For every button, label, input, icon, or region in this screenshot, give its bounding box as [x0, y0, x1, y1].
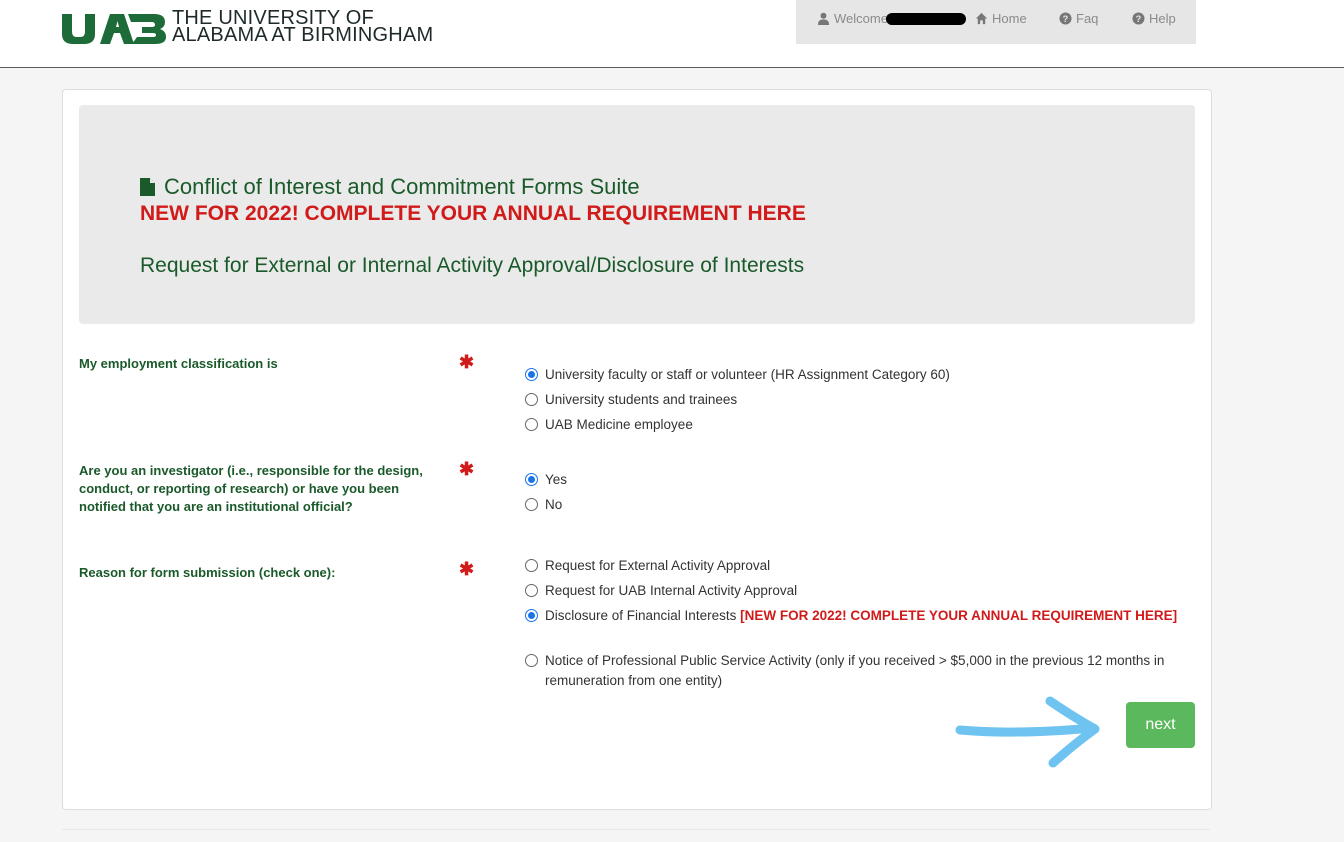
- employment-option-students[interactable]: University students and trainees: [525, 390, 1195, 410]
- required-marker: ✱: [459, 559, 475, 579]
- user-icon: [817, 12, 830, 25]
- faq-label: Faq: [1076, 11, 1099, 26]
- home-link[interactable]: Home: [975, 11, 1027, 26]
- option-label: University students and trainees: [545, 392, 738, 407]
- forms-suite-title-text: Conflict of Interest and Commitment Form…: [164, 174, 640, 199]
- home-label: Home: [992, 11, 1027, 26]
- redacted-username: [885, 12, 966, 25]
- reason-option-external[interactable]: Request for External Activity Approval: [525, 556, 1195, 576]
- option-label: Request for UAB Internal Activity Approv…: [545, 583, 798, 598]
- help-link[interactable]: ? Help: [1132, 11, 1176, 26]
- option-label: Notice of Professional Public Service Ac…: [545, 653, 1165, 688]
- faq-link[interactable]: ? Faq: [1059, 11, 1098, 26]
- option-label: Disclosure of Financial Interests: [545, 608, 737, 623]
- forms-suite-title: Conflict of Interest and Commitment Form…: [140, 174, 640, 200]
- employment-option-medicine[interactable]: UAB Medicine employee: [525, 415, 1195, 435]
- svg-text:?: ?: [1063, 14, 1069, 24]
- university-name: THE UNIVERSITY OF ALABAMA AT BIRMINGHAM: [172, 8, 434, 46]
- user-nav: Welcome Home ? Faq ? Help: [796, 0, 1196, 44]
- option-label: No: [545, 497, 563, 512]
- radio-button[interactable]: [525, 498, 538, 511]
- radio-button[interactable]: [525, 393, 538, 406]
- investigator-question-label: Are you an investigator (i.e., responsib…: [79, 463, 423, 514]
- reason-option-public-service[interactable]: Notice of Professional Public Service Ac…: [525, 651, 1195, 691]
- option-label: Request for External Activity Approval: [545, 558, 771, 573]
- question-circle-icon: ?: [1059, 12, 1072, 25]
- option-label-wrapper: Disclosure of Financial Interests [NEW F…: [545, 606, 1195, 626]
- welcome-user[interactable]: Welcome: [817, 11, 966, 26]
- investigator-option-yes[interactable]: Yes: [525, 470, 1195, 490]
- radio-button[interactable]: [525, 609, 538, 622]
- question-circle-icon: ?: [1132, 12, 1145, 25]
- reason-option-financial-disclosure[interactable]: Disclosure of Financial Interests [NEW F…: [525, 606, 1195, 626]
- annotation-arrow-icon: [955, 696, 1100, 768]
- annual-requirement-notice: NEW FOR 2022! COMPLETE YOUR ANNUAL REQUI…: [140, 202, 806, 225]
- hero-banner: Conflict of Interest and Commitment Form…: [79, 105, 1195, 324]
- form-subtitle: Request for External or Internal Activit…: [140, 254, 805, 277]
- next-button[interactable]: next: [1126, 702, 1195, 748]
- required-marker: ✱: [459, 459, 475, 479]
- home-icon: [975, 12, 988, 25]
- help-label: Help: [1149, 11, 1176, 26]
- employment-option-faculty[interactable]: University faculty or staff or volunteer…: [525, 365, 1195, 385]
- annual-requirement-inline-notice: [NEW FOR 2022! COMPLETE YOUR ANNUAL REQU…: [740, 608, 1178, 623]
- investigator-option-no[interactable]: No: [525, 495, 1195, 515]
- top-bar: THE UNIVERSITY OF ALABAMA AT BIRMINGHAM …: [0, 0, 1344, 68]
- option-label: University faculty or staff or volunteer…: [545, 367, 950, 382]
- required-marker: ✱: [459, 352, 475, 372]
- reason-question-label: Reason for form submission (check one):: [79, 565, 336, 580]
- uab-logo: [62, 14, 166, 44]
- footer-divider: [62, 829, 1210, 830]
- svg-text:?: ?: [1136, 14, 1142, 24]
- option-label: Yes: [545, 472, 568, 487]
- radio-button[interactable]: [525, 654, 538, 667]
- radio-button[interactable]: [525, 368, 538, 381]
- document-icon: [140, 178, 155, 196]
- radio-button[interactable]: [525, 584, 538, 597]
- option-label: UAB Medicine employee: [545, 417, 693, 432]
- radio-button[interactable]: [525, 418, 538, 431]
- welcome-label: Welcome: [834, 11, 888, 26]
- reason-option-internal[interactable]: Request for UAB Internal Activity Approv…: [525, 581, 1195, 601]
- university-name-line2: ALABAMA AT BIRMINGHAM: [172, 24, 434, 46]
- radio-button[interactable]: [525, 473, 538, 486]
- employment-question-label: My employment classification is: [79, 356, 278, 371]
- radio-button[interactable]: [525, 559, 538, 572]
